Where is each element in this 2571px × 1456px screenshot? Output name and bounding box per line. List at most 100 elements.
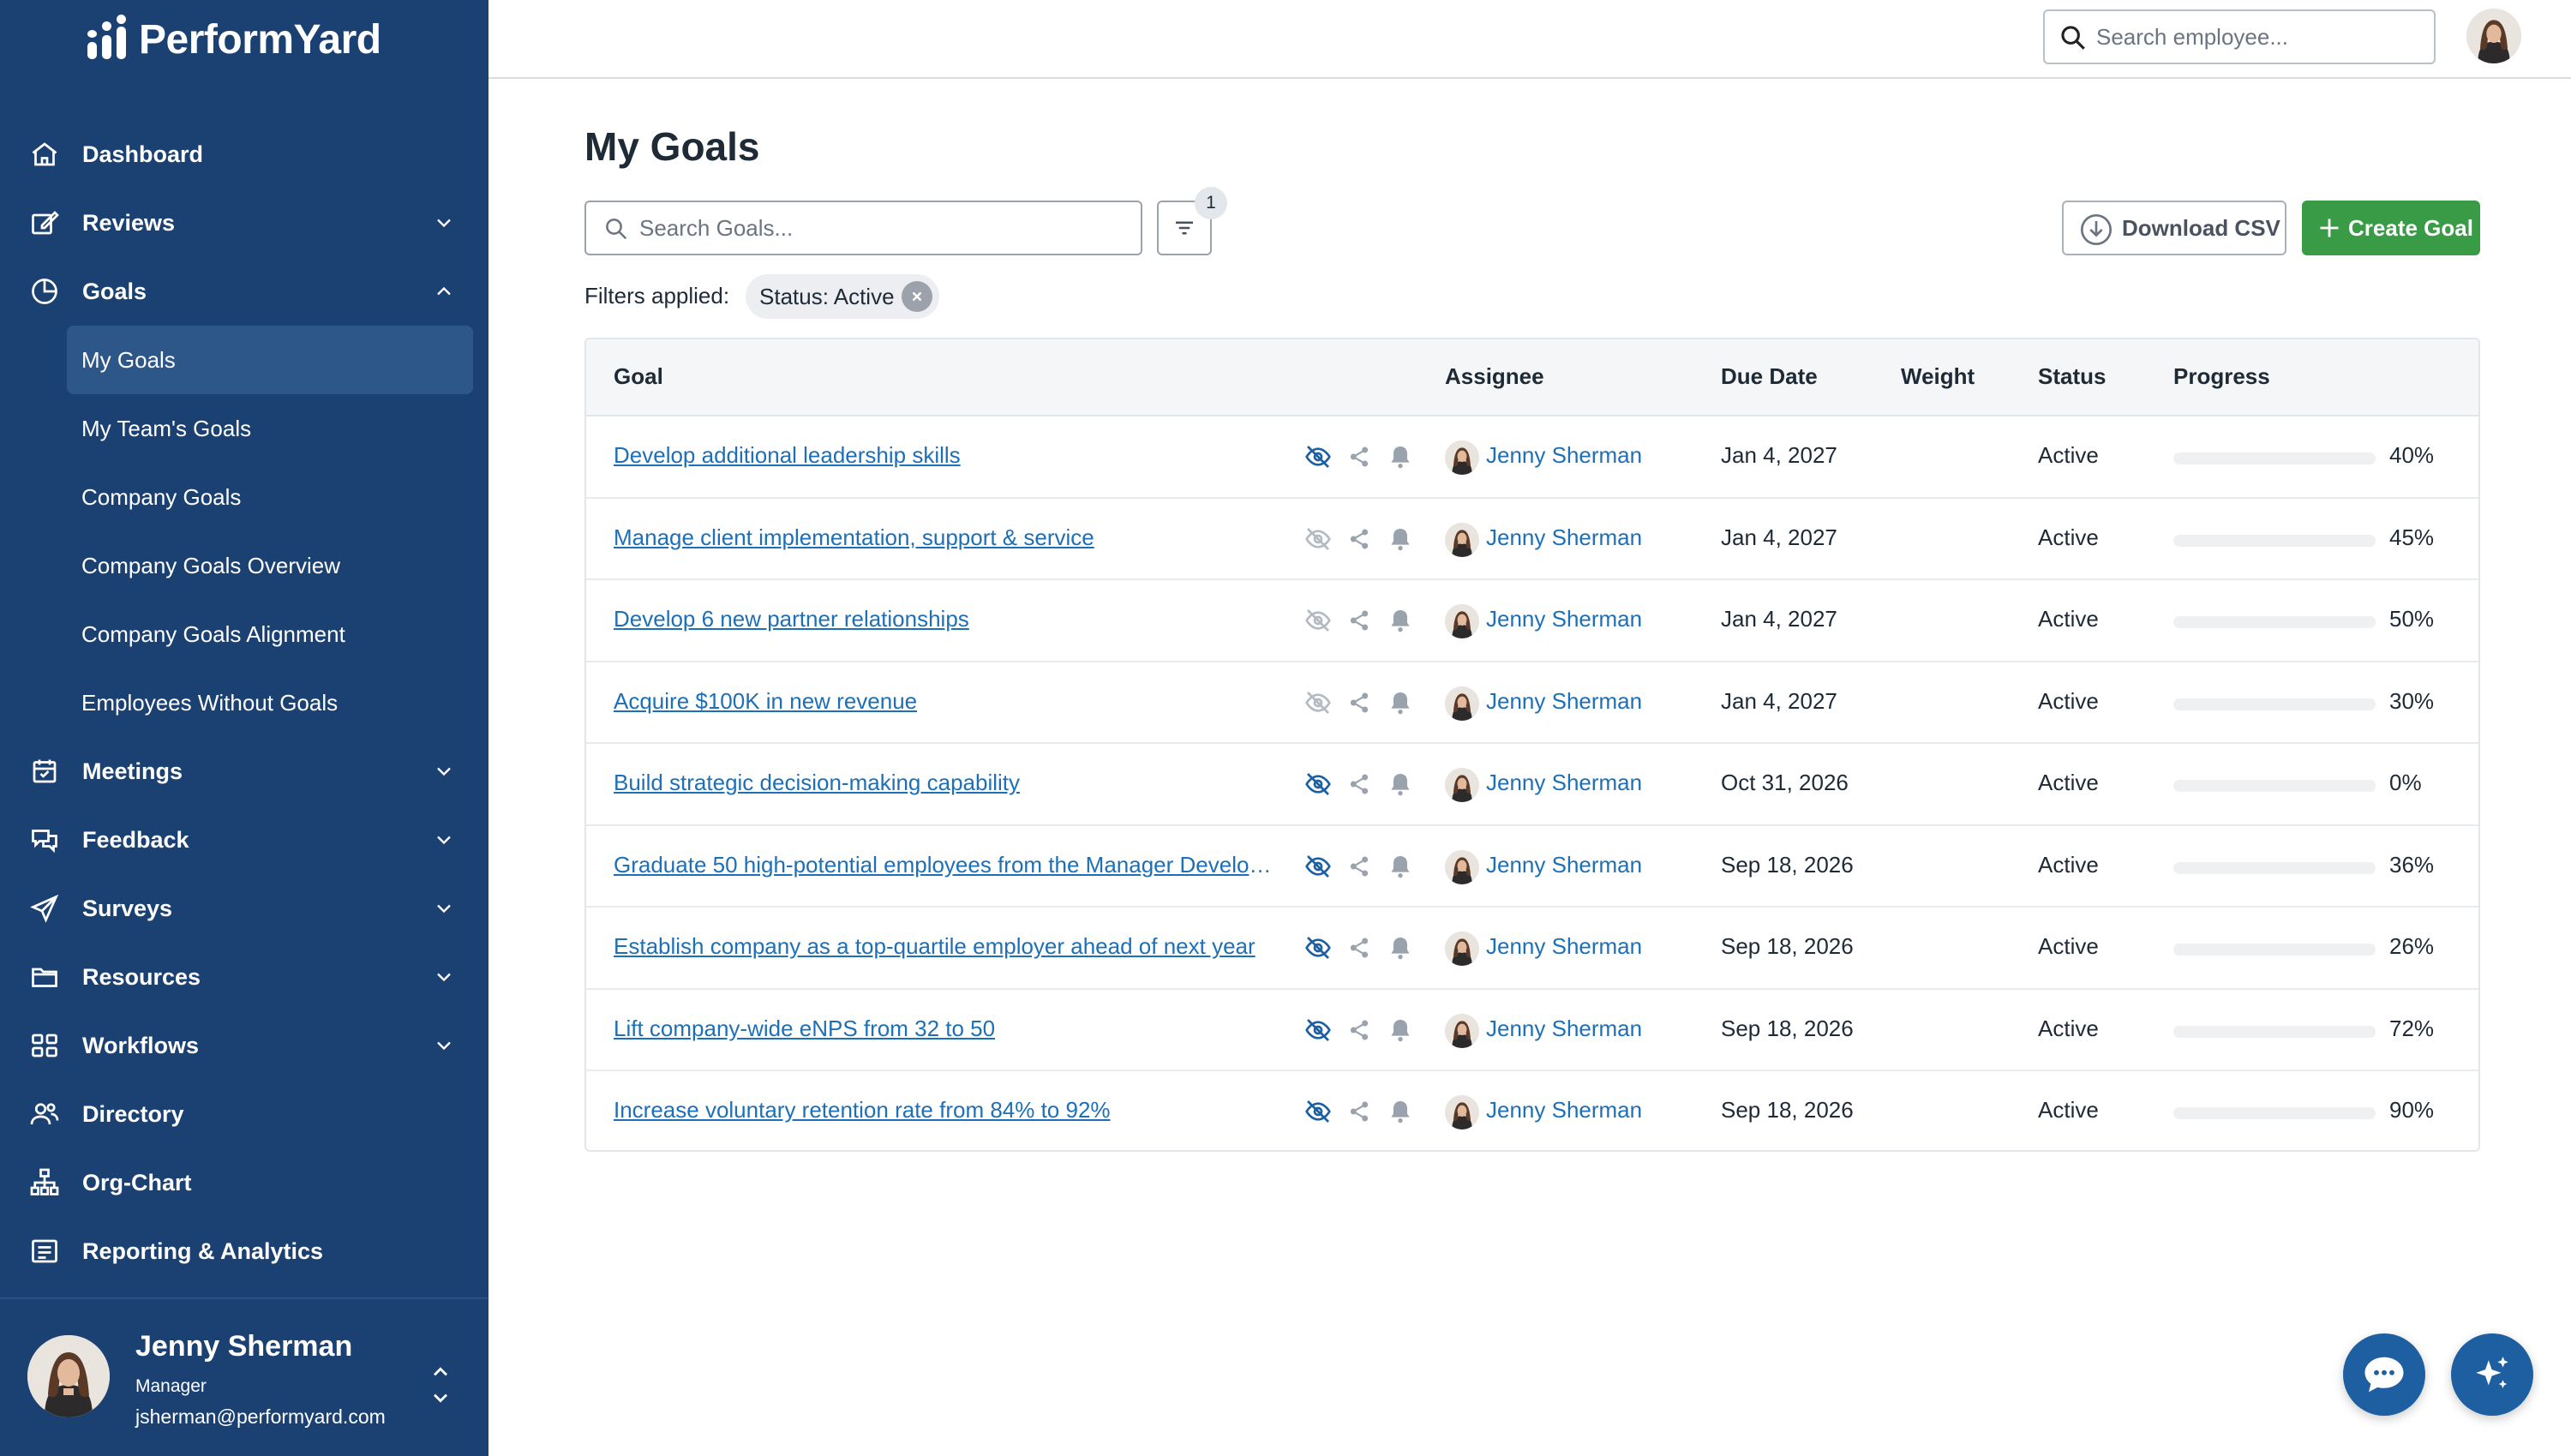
share-icon[interactable] <box>1345 853 1373 880</box>
chat-support-button[interactable] <box>2343 1333 2425 1416</box>
avatar <box>1445 932 1479 966</box>
share-icon[interactable] <box>1345 443 1373 470</box>
visibility-icon[interactable] <box>1304 1016 1332 1044</box>
chevron-down-icon <box>437 836 451 845</box>
column-header-assignee[interactable]: Assignee <box>1445 363 1544 390</box>
create-goal-button[interactable]: Create Goal <box>2302 201 2480 255</box>
sidebar-item-label: Reporting & Analytics <box>82 1237 324 1264</box>
sidebar-subitem-company-goals[interactable]: Company Goals <box>0 463 488 531</box>
table-row: Develop additional leadership skills Jen… <box>586 416 2478 499</box>
sidebar-item-resources[interactable]: Resources <box>0 943 488 1011</box>
goal-link[interactable]: Manage client implementation, support & … <box>614 524 1094 551</box>
employee-search-input[interactable] <box>2096 23 2422 51</box>
share-icon[interactable] <box>1345 607 1373 634</box>
remove-filter-icon[interactable] <box>902 281 932 312</box>
column-header-progress[interactable]: Progress <box>2173 363 2270 390</box>
visibility-icon[interactable] <box>1304 1098 1332 1125</box>
bell-icon[interactable] <box>1387 443 1414 470</box>
goal-link[interactable]: Establish company as a top-quartile empl… <box>614 933 1256 960</box>
progress-bar <box>2173 534 2376 547</box>
search-icon <box>606 219 627 240</box>
share-icon[interactable] <box>1345 934 1373 962</box>
sidebar-subitem-company-goals-alignment[interactable]: Company Goals Alignment <box>0 600 488 668</box>
sidebar-item-workflows[interactable]: Workflows <box>0 1011 488 1080</box>
assignee-link[interactable]: Jenny Sherman <box>1486 770 1642 796</box>
bell-icon[interactable] <box>1387 607 1414 634</box>
sidebar-subitem-my-teams-goals[interactable]: My Team's Goals <box>0 394 488 463</box>
visibility-icon[interactable] <box>1304 689 1332 716</box>
goal-link[interactable]: Acquire $100K in new revenue <box>614 688 917 715</box>
employee-search[interactable] <box>2043 9 2436 64</box>
visibility-icon[interactable] <box>1304 525 1332 553</box>
sidebar-item-label: Goals <box>82 278 147 304</box>
share-icon[interactable] <box>1345 1016 1373 1044</box>
visibility-icon[interactable] <box>1304 934 1332 962</box>
share-icon[interactable] <box>1345 525 1373 553</box>
goal-search[interactable] <box>584 201 1142 255</box>
visibility-icon[interactable] <box>1304 770 1332 798</box>
user-role: Manager <box>135 1376 207 1396</box>
share-icon[interactable] <box>1345 689 1373 716</box>
visibility-icon[interactable] <box>1304 443 1332 470</box>
goal-link[interactable]: Graduate 50 high-potential employees fro… <box>614 852 1274 878</box>
download-csv-button[interactable]: Download CSV <box>2062 201 2286 255</box>
goal-link[interactable]: Develop 6 new partner relationships <box>614 606 969 632</box>
sidebar-item-reviews[interactable]: Reviews <box>0 189 488 257</box>
search-icon <box>2061 26 2085 50</box>
column-header-due-date[interactable]: Due Date <box>1721 363 1818 390</box>
page-title: My Goals <box>584 124 760 169</box>
table-body: Develop additional leadership skills Jen… <box>586 416 2478 1150</box>
avatar[interactable] <box>2466 9 2521 63</box>
bell-icon[interactable] <box>1387 934 1414 962</box>
table-row: Manage client implementation, support & … <box>586 499 2478 580</box>
sidebar-item-org-chart[interactable]: Org-Chart <box>0 1148 488 1217</box>
avatar <box>1445 849 1479 884</box>
goal-link[interactable]: Lift company-wide eNPS from 32 to 50 <box>614 1016 995 1042</box>
bell-icon[interactable] <box>1387 770 1414 798</box>
assignee-link[interactable]: Jenny Sherman <box>1486 606 1642 632</box>
bell-icon[interactable] <box>1387 689 1414 716</box>
expand-collapse-icon[interactable] <box>428 1359 452 1411</box>
sidebar-item-label: Feedback <box>82 826 189 853</box>
sidebar-subitem-employees-without-goals[interactable]: Employees Without Goals <box>0 668 488 737</box>
sidebar-item-meetings[interactable]: Meetings <box>0 737 488 806</box>
goals-icon <box>29 276 60 307</box>
column-header-goal[interactable]: Goal <box>614 363 663 390</box>
sidebar-item-dashboard[interactable]: Dashboard <box>0 120 488 189</box>
bell-icon[interactable] <box>1387 1016 1414 1044</box>
share-icon[interactable] <box>1345 1098 1373 1125</box>
bell-icon[interactable] <box>1387 1098 1414 1125</box>
bell-icon[interactable] <box>1387 853 1414 880</box>
column-header-status[interactable]: Status <box>2038 363 2106 390</box>
assignee-link[interactable]: Jenny Sherman <box>1486 852 1642 878</box>
bell-icon[interactable] <box>1387 525 1414 553</box>
plus-icon <box>2320 219 2339 237</box>
assignee-link[interactable]: Jenny Sherman <box>1486 1016 1642 1042</box>
share-icon[interactable] <box>1345 770 1373 798</box>
sidebar-subitem-company-goals-overview[interactable]: Company Goals Overview <box>0 531 488 600</box>
sidebar-item-feedback[interactable]: Feedback <box>0 806 488 874</box>
sidebar-item-goals[interactable]: Goals <box>0 257 488 326</box>
goal-link[interactable]: Build strategic decision-making capabili… <box>614 770 1020 796</box>
assignee-link[interactable]: Jenny Sherman <box>1486 1097 1642 1123</box>
visibility-icon[interactable] <box>1304 607 1332 634</box>
sidebar-item-reporting-analytics[interactable]: Reporting & Analytics <box>0 1217 488 1285</box>
sidebar-item-surveys[interactable]: Surveys <box>0 874 488 943</box>
sidebar-user-panel[interactable]: Jenny Sherman Manager jsherman@performya… <box>0 1297 488 1456</box>
sidebar-item-directory[interactable]: Directory <box>0 1080 488 1148</box>
assignee-link[interactable]: Jenny Sherman <box>1486 524 1642 551</box>
assignee-link[interactable]: Jenny Sherman <box>1486 933 1642 960</box>
paper-plane-icon <box>29 893 60 924</box>
goal-link[interactable]: Develop additional leadership skills <box>614 442 961 469</box>
visibility-icon[interactable] <box>1304 853 1332 880</box>
logo[interactable]: PerformYard <box>86 12 381 67</box>
filter-icon <box>1176 221 1193 235</box>
sidebar-subitem-my-goals[interactable]: My Goals <box>67 326 473 394</box>
goal-search-input[interactable] <box>639 214 1119 242</box>
ai-assistant-button[interactable] <box>2451 1333 2533 1416</box>
goal-link[interactable]: Increase voluntary retention rate from 8… <box>614 1097 1111 1123</box>
status-text: Active <box>2038 687 2099 714</box>
assignee-link[interactable]: Jenny Sherman <box>1486 442 1642 469</box>
column-header-weight[interactable]: Weight <box>1901 363 1975 390</box>
assignee-link[interactable]: Jenny Sherman <box>1486 688 1642 715</box>
